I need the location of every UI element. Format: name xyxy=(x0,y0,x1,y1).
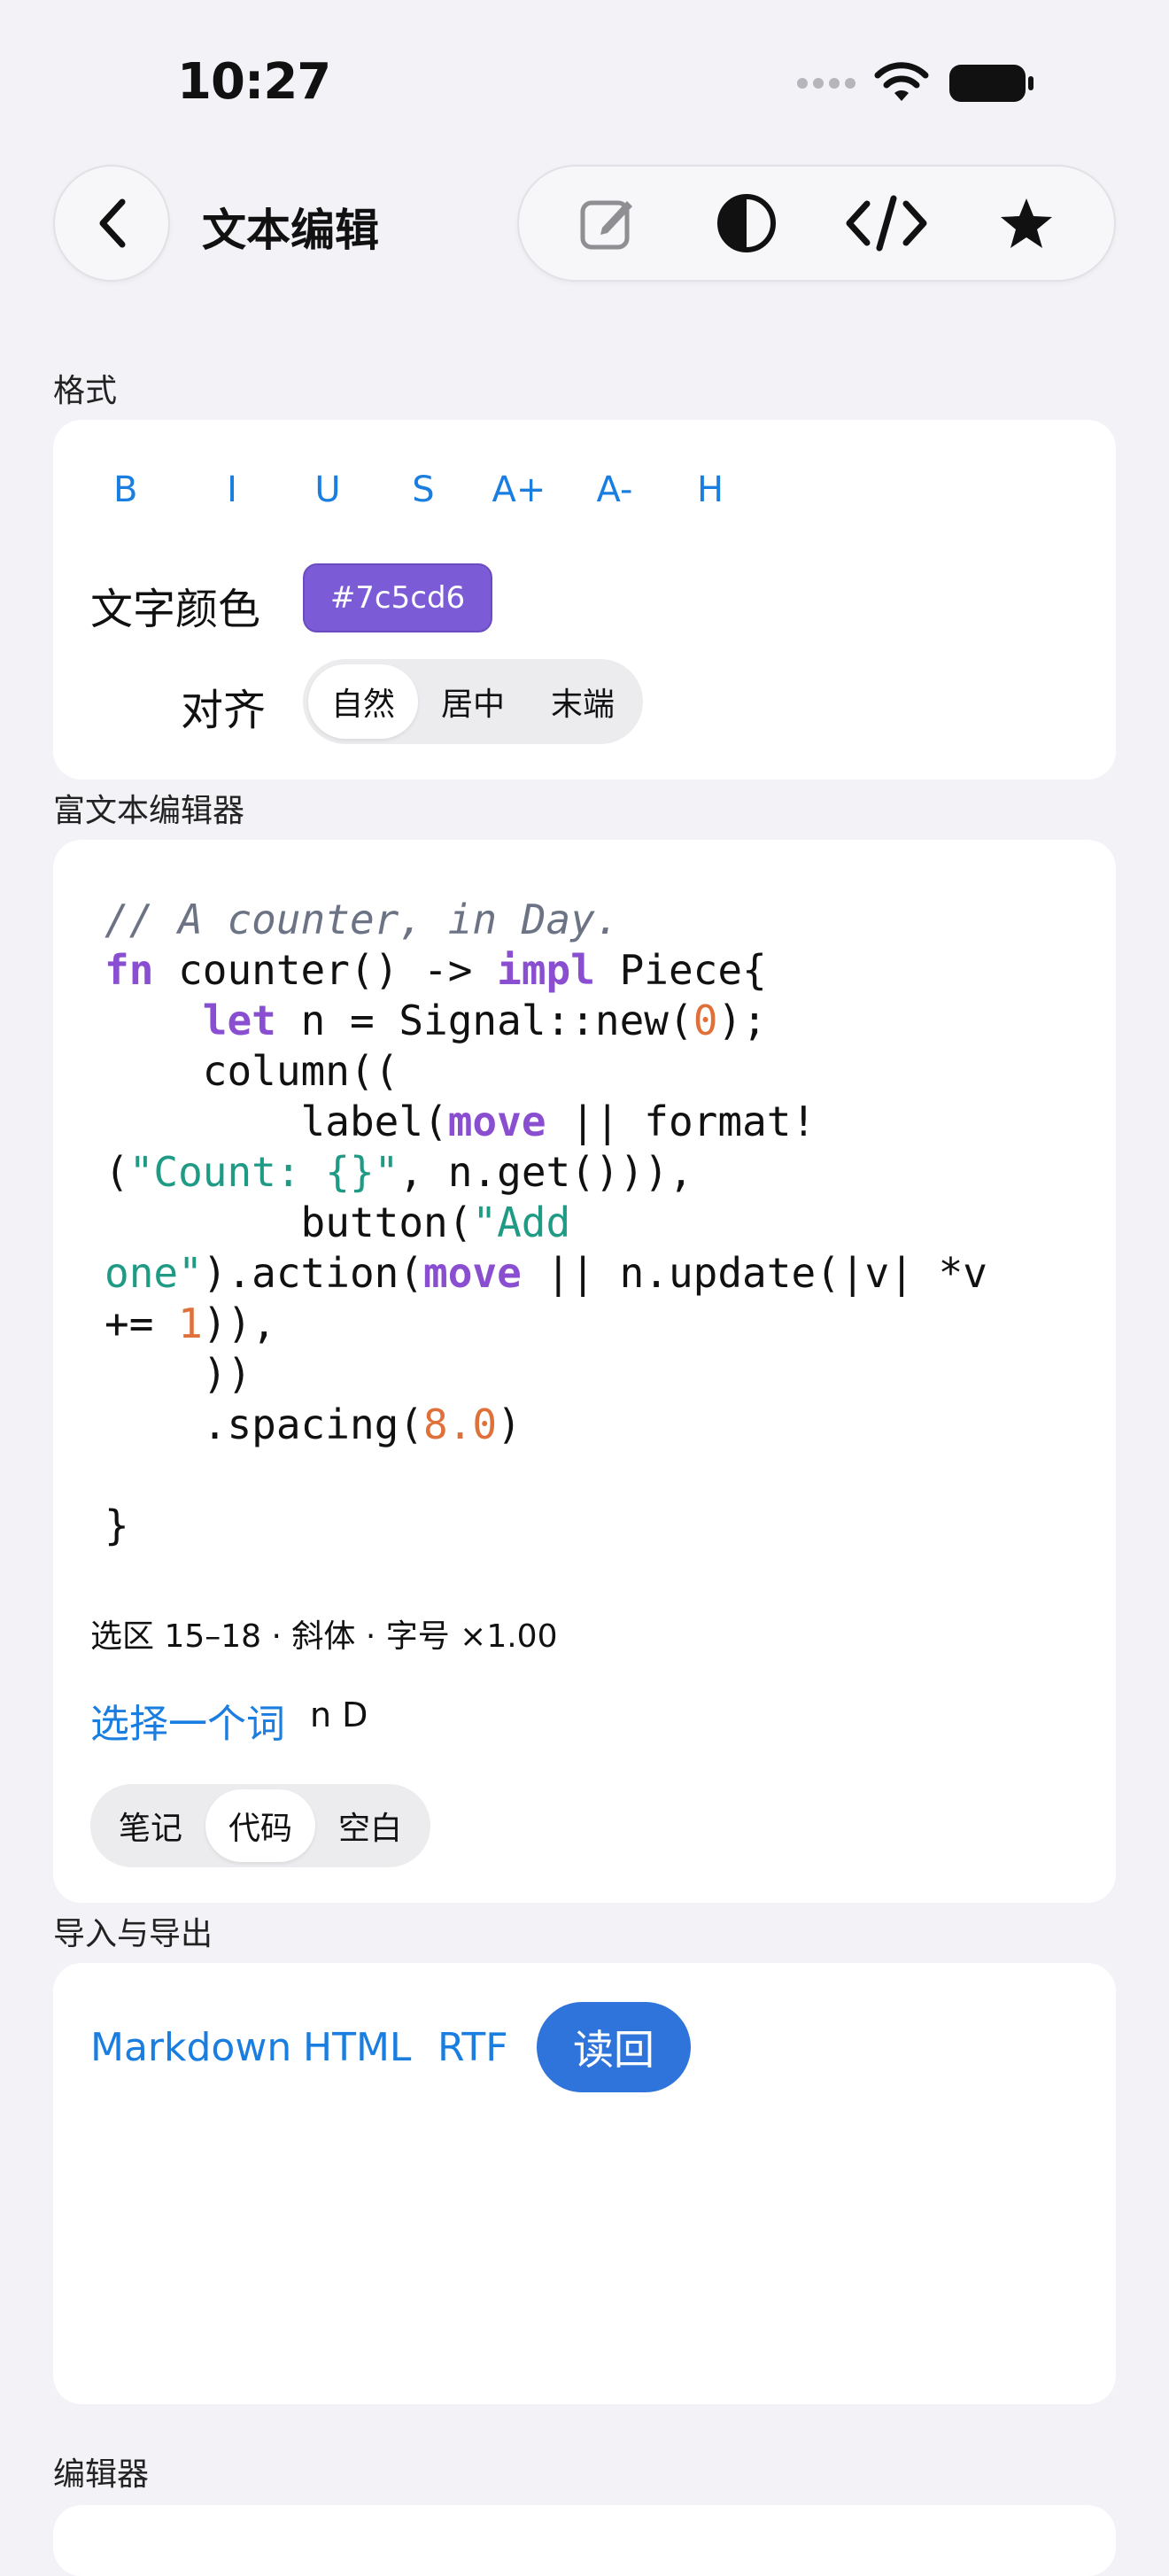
export-rtf-link[interactable]: RTF xyxy=(437,2025,508,2070)
star-icon xyxy=(1001,198,1052,248)
decrease-size-button[interactable]: A- xyxy=(567,469,662,510)
heading-button[interactable]: H xyxy=(662,469,758,510)
code-icon xyxy=(846,195,927,252)
italic-button[interactable]: I xyxy=(184,469,280,510)
text-color-picker[interactable]: #7c5cd6 xyxy=(303,563,492,632)
signal-dots-icon xyxy=(797,78,855,89)
code-editor[interactable]: // A counter, in Day. fn counter() -> imp… xyxy=(105,895,1061,1551)
favorite-button[interactable] xyxy=(978,175,1075,272)
read-back-button[interactable]: 读回 xyxy=(537,2002,691,2092)
strikethrough-button[interactable]: S xyxy=(375,469,471,510)
align-natural-option[interactable]: 自然 xyxy=(308,664,419,739)
underline-button[interactable]: U xyxy=(280,469,375,510)
align-segmented-control: 自然 居中 末端 xyxy=(303,659,644,744)
code-line: let n = Signal::new(0); xyxy=(202,997,767,1044)
code-line: one").action(move || n.update(|v| *v xyxy=(105,1249,988,1297)
contrast-button[interactable] xyxy=(698,175,795,272)
editor-card xyxy=(53,2505,1116,2576)
edit-icon xyxy=(580,200,632,250)
selection-info: 选区 15–18 · 斜体 · 字号 ×1.00 xyxy=(90,1618,558,1655)
back-button[interactable] xyxy=(53,165,170,282)
top-toolbar xyxy=(517,165,1116,282)
code-line: += 1)), xyxy=(105,1300,276,1347)
code-line: fn counter() -> impl Piece{ xyxy=(105,946,767,994)
code-line: button("Add xyxy=(105,1199,571,1246)
mode-code-option[interactable]: 代码 xyxy=(205,1789,316,1862)
battery-icon xyxy=(949,65,1034,102)
mode-blank-option[interactable]: 空白 xyxy=(315,1789,425,1862)
mode-notes-option[interactable]: 笔记 xyxy=(96,1789,205,1862)
page-title: 文本编辑 xyxy=(202,205,379,256)
code-button[interactable] xyxy=(838,175,935,272)
align-end-option[interactable]: 末端 xyxy=(528,664,638,739)
rich-editor-section-label: 富文本编辑器 xyxy=(53,793,245,829)
align-label: 对齐 xyxy=(181,686,267,735)
edit-button[interactable] xyxy=(558,175,655,272)
code-line: // A counter, in Day. xyxy=(105,896,620,943)
bold-button[interactable]: B xyxy=(90,469,184,510)
editor-section-label: 编辑器 xyxy=(53,2456,150,2493)
text-color-label: 文字颜色 xyxy=(90,585,261,634)
export-markdown-link[interactable]: Markdown xyxy=(90,2025,291,2070)
format-buttons: B I U S A+ A- H xyxy=(90,469,758,510)
export-section-label: 导入与导出 xyxy=(53,1916,213,1952)
code-line: .spacing(8.0) xyxy=(105,1401,522,1448)
code-line: column(( xyxy=(105,1047,399,1095)
code-line: ("Count: {}", n.get())), xyxy=(105,1148,693,1196)
chevron-left-icon xyxy=(99,198,126,248)
code-line: )) xyxy=(105,1350,252,1398)
wifi-icon xyxy=(874,62,929,101)
code-line: } xyxy=(105,1501,129,1549)
increase-size-button[interactable]: A+ xyxy=(471,469,567,510)
status-time: 10:27 xyxy=(177,53,331,111)
export-html-link[interactable]: HTML xyxy=(303,2025,411,2070)
status-icons xyxy=(797,62,1036,105)
format-section-label: 格式 xyxy=(53,373,118,409)
contrast-icon xyxy=(717,194,776,252)
mode-segmented-control: 笔记 代码 空白 xyxy=(90,1784,431,1867)
code-line: label(move || format! xyxy=(105,1098,817,1145)
align-center-option[interactable]: 居中 xyxy=(418,664,528,739)
pick-word-button[interactable]: 选择一个词 xyxy=(90,1692,285,1749)
picked-word: n D xyxy=(310,1695,368,1734)
